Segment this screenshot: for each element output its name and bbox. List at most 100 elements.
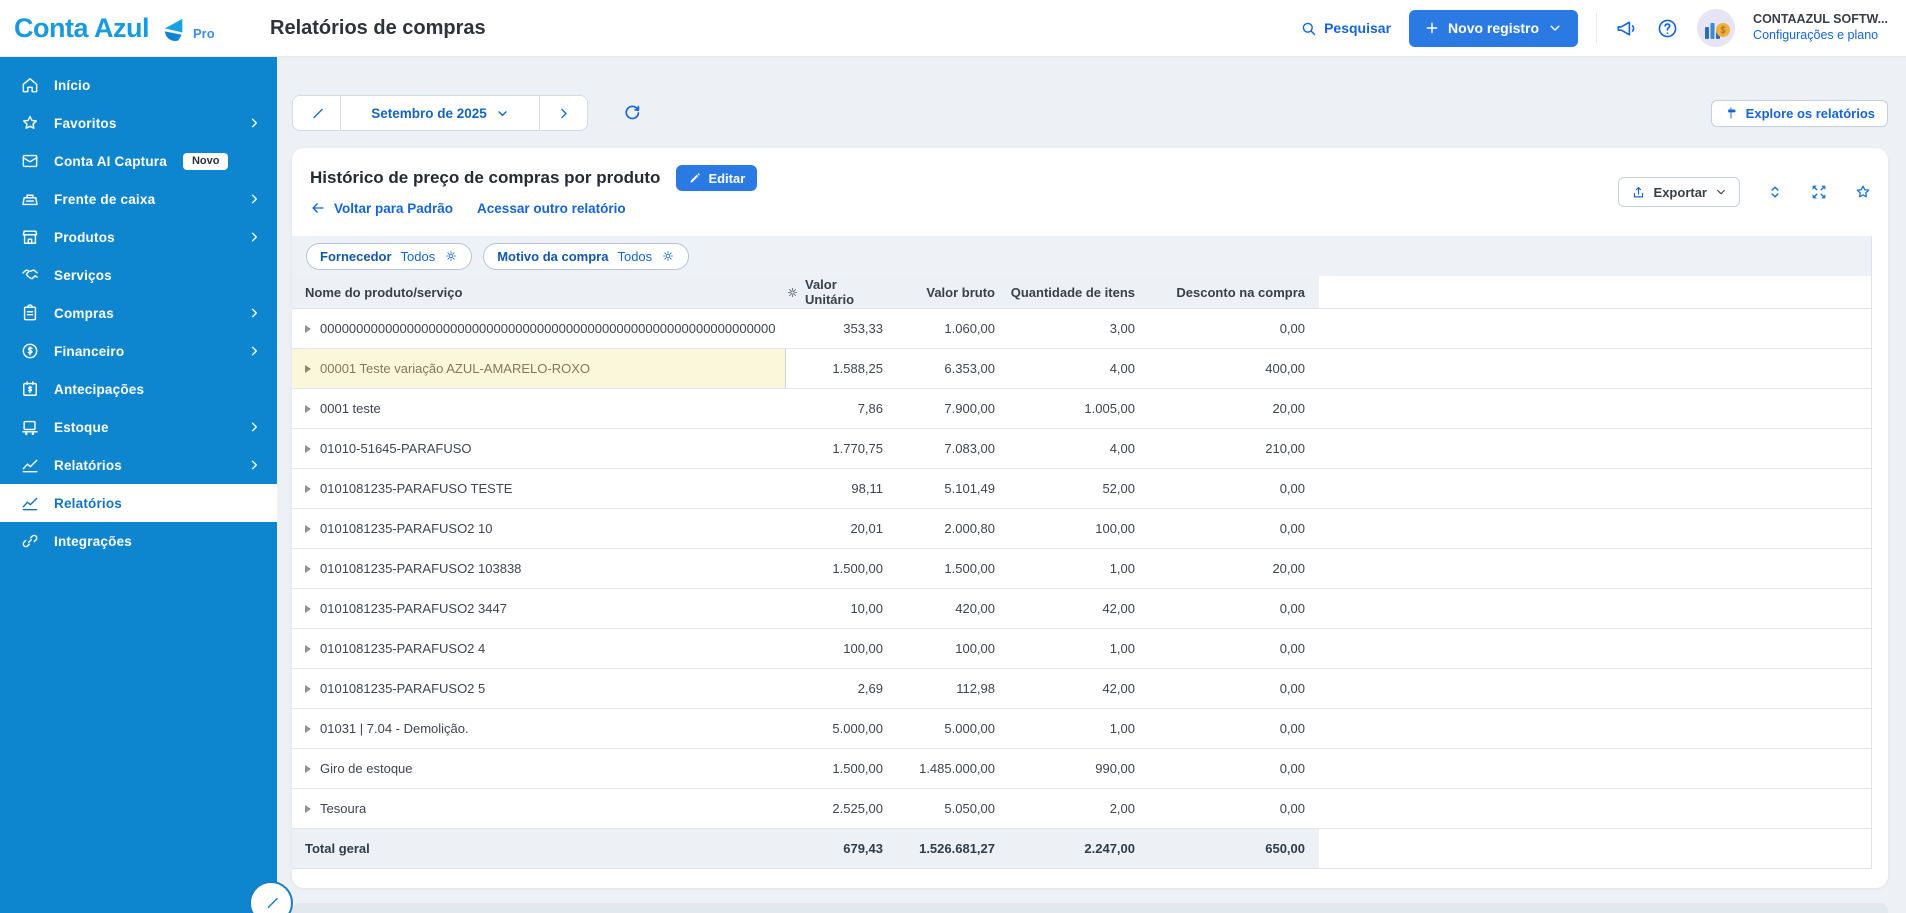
table-row[interactable]: 0101081235-PARAFUSO2 3447 10,00 420,00 4…	[292, 589, 1871, 629]
pencil-icon	[688, 172, 701, 185]
product-name: 0000000000000000000000000000000000000000…	[320, 321, 776, 336]
column-header-quantity[interactable]: Quantidade de itens	[1009, 276, 1149, 308]
expand-arrow-icon[interactable]	[305, 685, 311, 693]
product-name: 01010-51645-PARAFUSO	[320, 441, 472, 456]
discount-cell: 0,00	[1149, 309, 1319, 348]
export-icon	[1631, 185, 1646, 200]
filter-chip[interactable]: Motivo da compra Todos	[483, 243, 689, 270]
sidebar-item[interactable]: Relatórios	[0, 484, 277, 522]
account-settings-link[interactable]: Configurações e plano	[1753, 28, 1888, 44]
back-to-default-link[interactable]: Voltar para Padrão	[310, 200, 453, 216]
quantity-cell: 1,00	[1009, 629, 1149, 668]
sidebar-item-label: Integrações	[54, 534, 132, 549]
explore-reports-button[interactable]: Explore os relatórios	[1711, 100, 1888, 127]
sidebar-item[interactable]: Relatórios	[0, 446, 277, 484]
sidebar-item-label: Estoque	[54, 420, 109, 435]
table-row[interactable]: 01010-51645-PARAFUSO 1.770,75 7.083,00 4…	[292, 429, 1871, 469]
table-row[interactable]: Giro de estoque 1.500,00 1.485.000,00 99…	[292, 749, 1871, 789]
search-button[interactable]: Pesquisar	[1300, 20, 1391, 37]
quantity-cell: 42,00	[1009, 589, 1149, 628]
contaazul-logo[interactable]: Conta Azul Pro	[14, 15, 256, 42]
column-header-discount[interactable]: Desconto na compra	[1149, 276, 1319, 308]
open-other-report-link[interactable]: Acessar outro relatório	[477, 201, 626, 216]
table-row[interactable]: 0101081235-PARAFUSO2 5 2,69 112,98 42,00…	[292, 669, 1871, 709]
gross-value-cell: 7.083,00	[897, 429, 1009, 468]
filter-chip[interactable]: Fornecedor Todos	[306, 243, 472, 270]
previous-period-button[interactable]	[293, 96, 341, 130]
fullscreen-button[interactable]	[1810, 183, 1828, 201]
table-row[interactable]: 0101081235-PARAFUSO2 4 100,00 100,00 1,0…	[292, 629, 1871, 669]
expand-arrow-icon[interactable]	[305, 485, 311, 493]
expand-arrow-icon[interactable]	[305, 445, 311, 453]
table-row[interactable]: 00001 Teste variação AZUL-AMARELO-ROXO 1…	[292, 349, 1871, 389]
sidebar-item[interactable]: Favoritos	[0, 104, 277, 142]
filler-cell	[1319, 789, 1871, 828]
expand-arrow-icon[interactable]	[305, 525, 311, 533]
discount-cell: 20,00	[1149, 549, 1319, 588]
gear-icon[interactable]	[661, 249, 675, 263]
help-button[interactable]	[1656, 17, 1679, 40]
expand-arrow-icon[interactable]	[305, 725, 311, 733]
report-card-header: Histórico de preço de compras por produt…	[292, 148, 1888, 236]
sidebar-item[interactable]: Antecipações	[0, 370, 277, 408]
discount-cell: 20,00	[1149, 389, 1319, 428]
expand-arrow-icon[interactable]	[305, 365, 311, 373]
gross-value-cell: 100,00	[897, 629, 1009, 668]
expand-arrow-icon[interactable]	[305, 805, 311, 813]
gross-value-cell: 2.000,80	[897, 509, 1009, 548]
table-row[interactable]: 0001 teste 7,86 7.900,00 1.005,00 20,00	[292, 389, 1871, 429]
expand-arrow-icon[interactable]	[305, 325, 311, 333]
column-header-unit-value[interactable]: Valor Unitário	[786, 276, 897, 308]
column-header-gross-value[interactable]: Valor bruto	[897, 276, 1009, 308]
column-header-filler	[1319, 276, 1871, 308]
next-period-button[interactable]	[539, 96, 587, 130]
sidebar-item-label: Financeiro	[54, 344, 124, 359]
report-card: Histórico de preço de compras por produt…	[292, 148, 1888, 888]
sidebar-item[interactable]: Frente de caixa	[0, 180, 277, 218]
unit-value-cell: 10,00	[786, 589, 897, 628]
gear-icon[interactable]	[444, 249, 458, 263]
sidebar-item[interactable]: Compras	[0, 294, 277, 332]
avatar[interactable]	[1697, 9, 1735, 47]
sidebar-item[interactable]: Financeiro	[0, 332, 277, 370]
expand-arrow-icon[interactable]	[305, 645, 311, 653]
sidebar-item-label: Favoritos	[54, 116, 117, 131]
account-menu[interactable]: CONTAAZUL SOFTW... Configurações e plano	[1753, 12, 1888, 43]
expand-rows-button[interactable]	[1766, 183, 1784, 201]
report-table: Fornecedor Todos Motivo da compra Todos …	[292, 236, 1872, 869]
product-name: Giro de estoque	[320, 761, 413, 776]
megaphone-icon	[1615, 17, 1638, 40]
store-icon	[20, 227, 40, 247]
sidebar-item[interactable]: Início	[0, 66, 277, 104]
sidebar-item[interactable]: Conta AI Captura Novo	[0, 142, 277, 180]
new-record-button[interactable]: Novo registro	[1409, 10, 1578, 47]
refresh-button[interactable]	[622, 103, 642, 123]
table-row[interactable]: 01031 | 7.04 - Demolição. 5.000,00 5.000…	[292, 709, 1871, 749]
sidebar-item[interactable]: Produtos	[0, 218, 277, 256]
announcements-button[interactable]	[1615, 17, 1638, 40]
expand-arrow-icon[interactable]	[305, 605, 311, 613]
expand-arrow-icon[interactable]	[305, 565, 311, 573]
table-row[interactable]: 0101081235-PARAFUSO TESTE 98,11 5.101,49…	[292, 469, 1871, 509]
sidebar-item[interactable]: Integrações	[0, 522, 277, 560]
table-row[interactable]: 0101081235-PARAFUSO2 103838 1.500,00 1.5…	[292, 549, 1871, 589]
export-button[interactable]: Exportar	[1618, 177, 1740, 207]
sidebar-item-label: Antecipações	[54, 382, 144, 397]
sidebar-item[interactable]: Serviços	[0, 256, 277, 294]
table-row[interactable]: Tesoura 2.525,00 5.050,00 2,00 0,00	[292, 789, 1871, 829]
total-quantity: 2.247,00	[1009, 829, 1149, 868]
column-header-product[interactable]: Nome do produto/serviço	[292, 276, 786, 308]
table-row[interactable]: 0000000000000000000000000000000000000000…	[292, 309, 1871, 349]
favorite-report-button[interactable]	[1854, 183, 1872, 201]
sidebar-item[interactable]: Estoque	[0, 408, 277, 446]
discount-cell: 0,00	[1149, 509, 1319, 548]
chevron-right-icon	[247, 192, 261, 206]
chevron-down-icon	[1715, 186, 1727, 198]
report-toolbar: Setembro de 2025 Explore os relatórios	[292, 95, 1888, 131]
gear-icon[interactable]	[786, 286, 799, 299]
expand-arrow-icon[interactable]	[305, 405, 311, 413]
period-selector[interactable]: Setembro de 2025	[341, 96, 539, 130]
table-row[interactable]: 0101081235-PARAFUSO2 10 20,01 2.000,80 1…	[292, 509, 1871, 549]
edit-report-button[interactable]: Editar	[676, 165, 757, 191]
expand-arrow-icon[interactable]	[305, 765, 311, 773]
